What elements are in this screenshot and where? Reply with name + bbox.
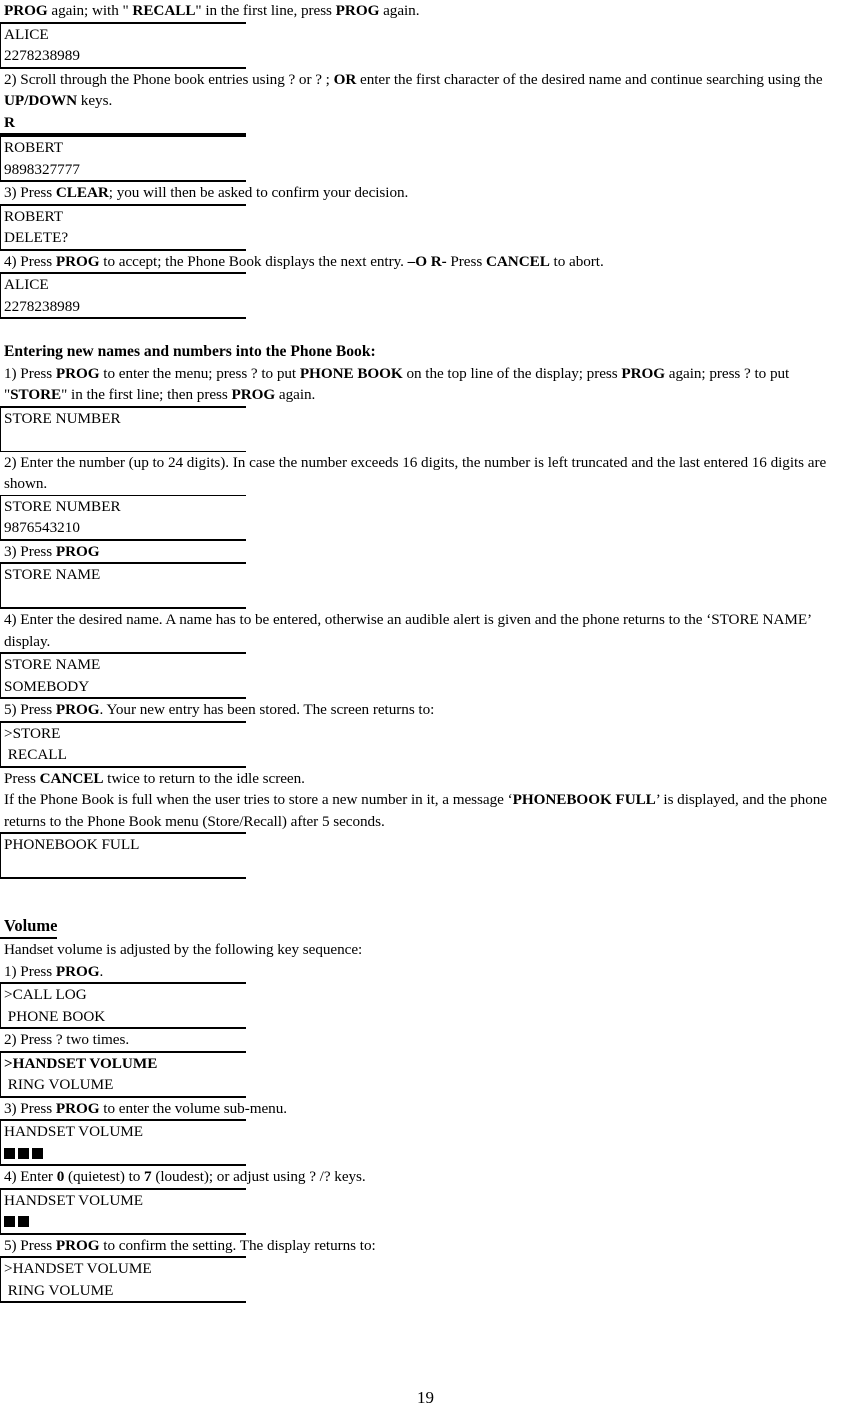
instruction-paragraph: 3) Press PROG [4, 542, 100, 560]
search-character-row: R [0, 112, 246, 135]
lcd-line-top: STORE NAME [4, 656, 101, 673]
instruction-paragraph: 2) Press ? two times. [4, 1031, 130, 1048]
instruction-paragraph: Press CANCEL twice to return to the idle… [4, 769, 305, 787]
lcd-line-top: PHONEBOOK FULL [4, 836, 140, 853]
lcd-line-top: >CALL LOG [4, 986, 87, 1003]
instruction-paragraph: If the Phone Book is full when the user … [4, 791, 827, 830]
lcd-line-bottom: 2278238989 [4, 297, 80, 315]
instruction-paragraph: 4) Enter 0 (quietest) to 7 (loudest); or… [4, 1168, 366, 1185]
lcd-display-box: STORE NUMBER 9876543210 [0, 494, 246, 541]
lcd-display-box: ROBERT DELETE? [0, 203, 246, 251]
instruction-paragraph: Handset volume is adjusted by the follow… [4, 941, 363, 958]
lcd-line-bottom [1, 586, 246, 608]
lcd-line-top: ALICE [4, 276, 49, 293]
instruction-paragraph: 3) Press CLEAR; you will then be asked t… [4, 184, 409, 201]
lcd-display-box: HANDSET VOLUME [0, 1187, 246, 1235]
lcd-line-top: >HANDSET VOLUME [4, 1260, 152, 1277]
volume-heading-text: Volume [0, 915, 58, 939]
lcd-line-bottom: PHONE BOOK [4, 1007, 106, 1025]
instruction-paragraph: PROG again; with " RECALL" in the first … [4, 2, 420, 19]
lcd-line-top: ROBERT [4, 207, 63, 225]
instruction-paragraph: 2) Enter the number (up to 24 digits). I… [4, 453, 827, 493]
lcd-display-box: STORE NAME SOMEBODY [0, 652, 246, 699]
instruction-paragraph: 5) Press PROG to confirm the setting. Th… [4, 1236, 376, 1254]
volume-bar-square [18, 1147, 29, 1159]
volume-level-indicator [1, 1211, 246, 1233]
lcd-line-bottom: 9898327777 [4, 160, 80, 178]
lcd-line-top: STORE NAME [4, 566, 101, 583]
instruction-paragraph: 4) Enter the desired name. A name has to… [4, 611, 811, 650]
instruction-paragraph: 5) Press PROG. Your new entry has been s… [4, 701, 435, 718]
lcd-line-top: HANDSET VOLUME [4, 1191, 144, 1209]
instruction-paragraph: 2) Scroll through the Phone book entries… [4, 70, 823, 110]
volume-bar-square [4, 1216, 15, 1228]
lcd-display-box: >STORE RECALL [0, 720, 246, 768]
document-content: PROG again; with " RECALL" in the first … [0, 0, 851, 1303]
lcd-line-bottom: 9876543210 [4, 519, 80, 536]
lcd-line-bottom [1, 429, 246, 451]
volume-bar-square [4, 1147, 15, 1159]
lcd-line-top: STORE NUMBER [4, 497, 121, 515]
lcd-display-box: ROBERT 9898327777 [0, 135, 246, 182]
lcd-line-bottom: RECALL [4, 746, 67, 763]
lcd-line-bottom: 2278238989 [4, 47, 80, 64]
lcd-display-box: HANDSET VOLUME [0, 1119, 246, 1166]
lcd-display-box: >HANDSET VOLUME RING VOLUME [0, 1256, 246, 1303]
lcd-line-bottom: RING VOLUME [4, 1076, 114, 1093]
lcd-line-bottom: RING VOLUME [4, 1281, 114, 1299]
lcd-line-top: STORE NUMBER [4, 409, 121, 427]
volume-section-heading: Volume [0, 915, 851, 939]
lcd-line-top: ROBERT [4, 139, 63, 156]
lcd-display-box: PHONEBOOK FULL [0, 832, 246, 879]
lcd-display-box: STORE NAME [0, 562, 246, 609]
lcd-line-bottom: SOMEBODY [4, 677, 90, 695]
entering-names-heading: Entering new names and numbers into the … [4, 343, 376, 360]
instruction-paragraph: 1) Press PROG. [4, 962, 104, 980]
lcd-line-top: HANDSET VOLUME [4, 1123, 144, 1140]
lcd-display-box: ALICE 2278238989 [0, 272, 246, 319]
volume-bar-square [32, 1147, 43, 1159]
lcd-display-box: STORE NUMBER [0, 405, 246, 452]
volume-bar-square [18, 1216, 29, 1228]
instruction-paragraph: 1) Press PROG to enter the menu; press ?… [4, 364, 790, 404]
lcd-line-bottom: DELETE? [4, 229, 69, 246]
lcd-display-box: >CALL LOG PHONE BOOK [0, 982, 246, 1029]
instruction-paragraph: 4) Press PROG to accept; the Phone Book … [4, 252, 604, 270]
lcd-line-top: ALICE [4, 25, 49, 43]
lcd-line-top: >STORE [4, 724, 61, 742]
lcd-display-box: >HANDSET VOLUME RING VOLUME [0, 1050, 246, 1098]
instruction-paragraph: 3) Press PROG to enter the volume sub-me… [4, 1099, 288, 1117]
lcd-display-box: ALICE 2278238989 [0, 21, 246, 69]
lcd-line-bottom [1, 856, 246, 878]
page-number: 19 [417, 1388, 434, 1407]
document-page: PROG again; with " RECALL" in the first … [0, 0, 851, 1416]
lcd-line-top: >HANDSET VOLUME [4, 1054, 158, 1072]
volume-level-indicator [1, 1143, 246, 1165]
